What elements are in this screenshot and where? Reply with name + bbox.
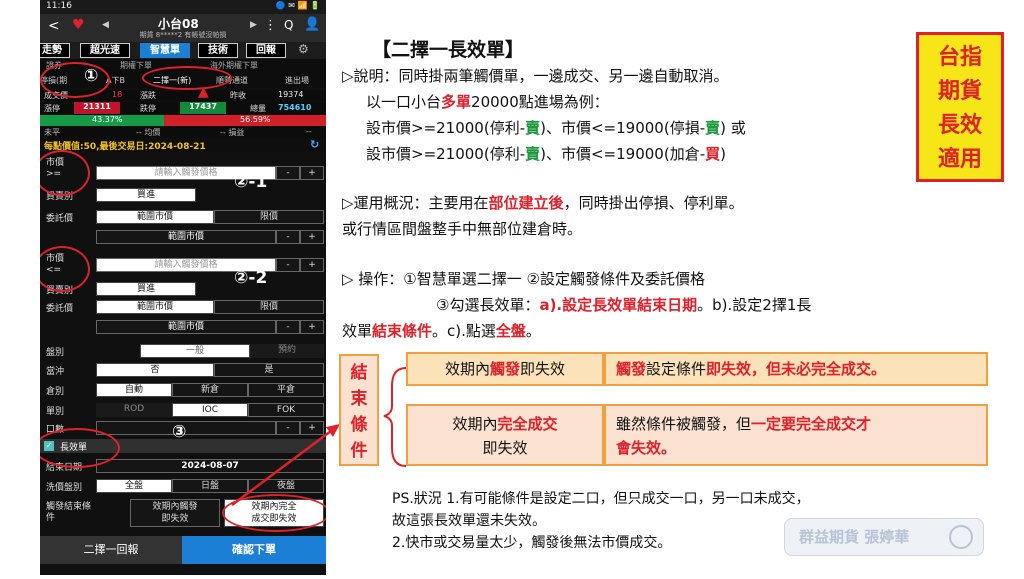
usage-line-2: 或行情區間盤整手中無部位建倉時。	[342, 220, 583, 238]
ps-line-3: 2.快市或交易量太少，觸發後無法市價成交。	[392, 535, 672, 551]
desc-line-1: ▷說明：同時掛兩筆觸價單，一邊成交、另一邊自動取消。	[342, 67, 729, 85]
end-condition-side-label: 結 束 條 件	[339, 354, 379, 466]
usage-line-1: ▷運用概況：主要用在部位建立後，同時掛出停損、停利單。	[342, 194, 744, 212]
desc-line-3: 設市價>=21000(停利-賣)、市價<=19000(停損-賣) 或	[366, 119, 746, 137]
applicable-badge: 台指 期貨 長效 適用	[916, 32, 1004, 182]
desc-line-4: 設市價>=21000(停利-賣)、市價<=19000(加倉-買)	[366, 145, 726, 163]
operation-line-2: ③勾選長效單：a).設定長效單結束日期。b).設定2擇1長	[436, 296, 812, 314]
cond-box-filled-desc: 雖然條件被觸發，但一定要完全成交才 會失效。	[604, 404, 988, 466]
badge-line: 適用	[937, 147, 982, 172]
desc-line-2: 以一口小台多單20000點進場為例：	[366, 93, 609, 111]
badge-line: 長效	[937, 113, 982, 138]
badge-line: 期貨	[937, 79, 982, 104]
ps-line-1: PS.狀況 1.有可能條件是設定二口，但只成交一口，另一口未成交，	[392, 491, 810, 507]
ps-line-2: 故這張長效單還未失效。	[392, 513, 546, 529]
cond-box-triggered: 效期內觸發即失效	[406, 352, 604, 386]
watermark: 群益期貨 張婷華	[784, 518, 984, 556]
badge-line: 台指	[937, 45, 982, 70]
operation-line-3: 效單結束條件。c).點選全盤。	[342, 322, 541, 340]
cond-box-triggered-desc: 觸發設定條件即失效，但未必完全成交。	[604, 352, 988, 386]
doc-title: 【二擇一長效單】	[372, 39, 525, 61]
cond-box-filled: 效期內完全成交 即失效	[406, 404, 604, 466]
operation-line-1: ▷ 操作：①智慧單選二擇一 ②設定觸發條件及委託價格	[342, 270, 705, 288]
